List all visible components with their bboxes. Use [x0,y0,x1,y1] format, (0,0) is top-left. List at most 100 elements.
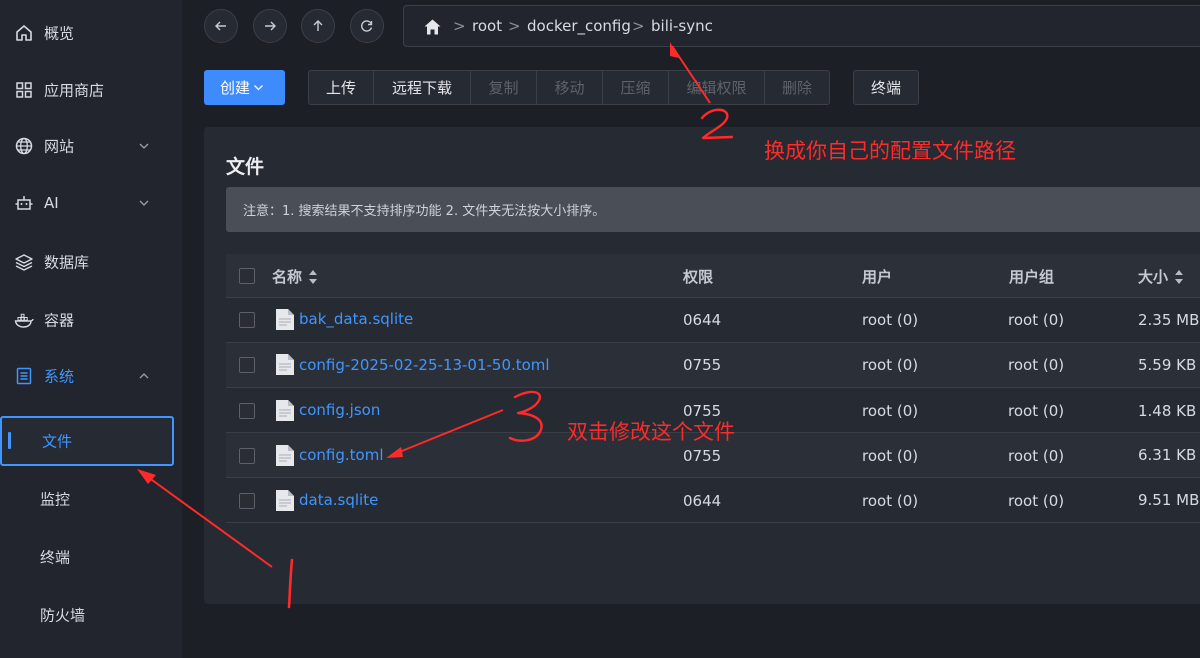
column-header-label: 大小 [1138,268,1169,286]
annotation-note-2: 换成你自己的配置文件路径 [764,139,1016,163]
file-icon [276,490,294,511]
row-checkbox[interactable] [239,448,255,464]
arrow-left-icon [215,21,226,31]
compress-button[interactable]: 压缩 [602,70,669,105]
sidebar-item-website[interactable]: 网站 [0,126,182,166]
copy-button[interactable]: 复制 [470,70,537,105]
file-group: root (0) [1008,492,1065,510]
sidebar-subitem-firewall[interactable]: 防火墙 [0,590,174,640]
column-header-size[interactable]: 大小 [1138,266,1184,287]
file-user: root (0) [862,356,919,374]
sidebar-subitem-monitor[interactable]: 监控 [0,474,174,524]
system-icon [16,367,32,385]
sidebar-item-container[interactable]: 容器 [0,300,182,340]
row-checkbox[interactable] [239,403,255,419]
edit-permission-button[interactable]: 编辑权限 [668,70,765,105]
file-user: root (0) [862,311,919,329]
file-permission: 0755 [683,356,722,374]
file-group: root (0) [1008,356,1065,374]
move-button[interactable]: 移动 [536,70,603,105]
forward-button[interactable] [253,9,287,43]
column-header-user: 用户 [862,268,893,286]
arrow-up-icon [313,20,323,31]
sidebar-subitem-label: 文件 [42,432,73,451]
docker-icon [14,313,34,328]
file-size: 5.59 KB [1138,356,1197,374]
sidebar-subitem-label: 监控 [40,490,71,509]
app-grid-icon [16,82,32,98]
arrow-right-icon [265,21,276,31]
row-checkbox[interactable] [239,312,255,328]
page-title: 文件 [226,156,265,178]
file-icon [276,354,294,375]
file-name-link[interactable]: config.toml [299,446,384,464]
sidebar-item-overview[interactable]: 概览 [0,13,182,53]
file-icon [276,309,294,330]
chevron-down-icon [254,85,263,91]
sidebar-subitem-terminal[interactable]: 终端 [0,532,174,582]
sidebar-item-app-store[interactable]: 应用商店 [0,70,182,110]
file-name-link[interactable]: bak_data.sqlite [299,310,413,328]
terminal-button[interactable]: 终端 [853,70,919,105]
delete-button[interactable]: 删除 [764,70,830,105]
file-user: root (0) [862,447,919,465]
breadcrumb-item-root[interactable]: root [472,17,502,35]
file-permission: 0644 [683,492,722,510]
column-header-label: 名称 [272,268,303,286]
file-name-link[interactable]: data.sqlite [299,491,378,509]
sidebar-item-label: 网站 [44,137,75,156]
sort-icon [309,269,318,284]
row-checkbox[interactable] [239,493,255,509]
sidebar-item-database[interactable]: 数据库 [0,242,182,282]
sidebar-item-label: AI [44,194,59,212]
column-header-group: 用户组 [1009,268,1055,286]
sidebar-item-label: 容器 [44,311,75,330]
file-user: root (0) [862,402,919,420]
file-name-link[interactable]: config-2025-02-25-13-01-50.toml [299,356,550,374]
breadcrumb-separator: > [453,17,466,35]
upload-button[interactable]: 上传 [308,70,374,105]
remote-download-button[interactable]: 远程下载 [373,70,471,105]
layers-icon [15,254,33,271]
sidebar-subitem-files[interactable]: 文件 [0,416,174,466]
breadcrumb-separator: > [508,17,521,35]
up-button[interactable] [301,9,335,43]
chevron-down-icon [139,143,149,149]
refresh-button[interactable] [350,9,384,43]
create-button-label: 创建 [220,79,251,97]
column-header-name[interactable]: 名称 [272,266,318,287]
notice-banner: 注意：1. 搜索结果不支持排序功能 2. 文件夹无法按大小排序。 [226,187,1200,232]
sidebar-subitem-label: 终端 [40,548,71,567]
sidebar-subitem-label: 防火墙 [40,606,86,625]
sidebar-item-system[interactable]: 系统 [0,356,182,396]
annotation-note-3: 双击修改这个文件 [567,420,735,444]
sidebar: 概览 应用商店 网站 AI 数据库 容器 系统 文件 监控 终端 防火墙 [0,0,182,658]
file-icon [276,445,294,466]
file-permission: 0644 [683,311,722,329]
breadcrumb-item-bili-sync[interactable]: bili-sync [651,17,713,35]
file-size: 9.51 MB [1138,491,1200,509]
file-name-link[interactable]: config.json [299,401,380,419]
breadcrumb-item-docker-config[interactable]: docker_config [527,17,631,35]
robot-icon [15,196,33,210]
column-header-permission: 权限 [683,268,714,286]
sidebar-item-label: 系统 [44,367,75,386]
file-group: root (0) [1008,311,1065,329]
chevron-down-icon [139,200,149,206]
select-all-checkbox[interactable] [239,268,255,284]
sidebar-item-label: 概览 [44,24,75,43]
breadcrumb: > root > docker_config > bili-sync [403,5,1200,47]
sidebar-item-ai[interactable]: AI [0,183,182,223]
home-icon [16,25,32,41]
row-checkbox[interactable] [239,357,255,373]
sidebar-item-label: 应用商店 [44,81,105,100]
file-icon [276,400,294,421]
file-size: 2.35 MB [1138,311,1200,329]
create-button[interactable]: 创建 [204,70,285,105]
back-button[interactable] [204,9,238,43]
home-icon[interactable] [423,18,442,36]
file-size: 6.31 KB [1138,446,1197,464]
chevron-up-icon [139,373,149,379]
sort-icon [1175,269,1184,284]
file-size: 1.48 KB [1138,402,1197,420]
